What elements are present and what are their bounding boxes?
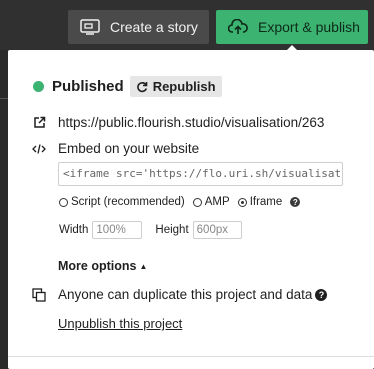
duplicate-icon [32, 287, 46, 302]
panel-divider [8, 356, 374, 357]
height-input[interactable]: 600px [192, 221, 242, 239]
unpublish-link[interactable]: Unpublish this project [58, 316, 182, 331]
embed-type-options: Script (recommended) AMP Iframe ? [59, 196, 301, 208]
radio-amp[interactable] [192, 197, 202, 207]
background-divider [0, 98, 8, 99]
create-story-label: Create a story [110, 19, 198, 35]
help-icon[interactable]: ? [315, 288, 328, 301]
export-publish-button[interactable]: Export & publish [216, 10, 368, 44]
unpublish-row: Unpublish this project [58, 316, 182, 331]
export-publish-label: Export & publish [258, 19, 360, 35]
top-bar: Create a story Export & publish [0, 0, 374, 50]
code-icon [32, 142, 46, 156]
status-row: Published Republish [33, 76, 222, 97]
url-row: https://public.flourish.studio/visualisa… [32, 115, 374, 130]
triangle-up-icon: ▲ [139, 261, 148, 271]
option-iframe-label: Iframe [249, 196, 283, 208]
embed-label: Embed on your website [58, 141, 200, 156]
help-icon[interactable]: ? [290, 197, 301, 207]
option-amp-label: AMP [204, 196, 230, 208]
refresh-icon [136, 81, 147, 92]
size-row: Width 100% Height 600px [59, 221, 242, 239]
radio-iframe[interactable] [237, 197, 247, 207]
published-url-link[interactable]: https://public.flourish.studio/visualisa… [58, 115, 324, 130]
status-dot [33, 81, 44, 92]
republish-label: Republish [152, 79, 216, 94]
republish-button[interactable]: Republish [129, 76, 222, 97]
embed-row: Embed on your website [32, 141, 199, 156]
duplicate-row: Anyone can duplicate this project and da… [32, 287, 328, 302]
more-options-label: More options [58, 259, 137, 273]
width-label: Width [59, 224, 89, 236]
story-screen-icon [80, 19, 100, 35]
external-link-icon[interactable] [32, 116, 46, 130]
height-label: Height [155, 224, 189, 236]
radio-script[interactable] [59, 197, 68, 207]
option-script-label: Script (recommended) [71, 196, 185, 208]
duplicate-label: Anyone can duplicate this project and da… [58, 287, 313, 302]
cloud-upload-icon [228, 19, 248, 34]
embed-code-input[interactable]: <iframe src='https://flo.uri.sh/visualis… [58, 162, 343, 186]
width-input[interactable]: 100% [92, 221, 143, 239]
status-label: Published [52, 78, 124, 95]
more-options-toggle[interactable]: More options ▲ [58, 259, 147, 273]
create-story-button[interactable]: Create a story [68, 10, 209, 44]
